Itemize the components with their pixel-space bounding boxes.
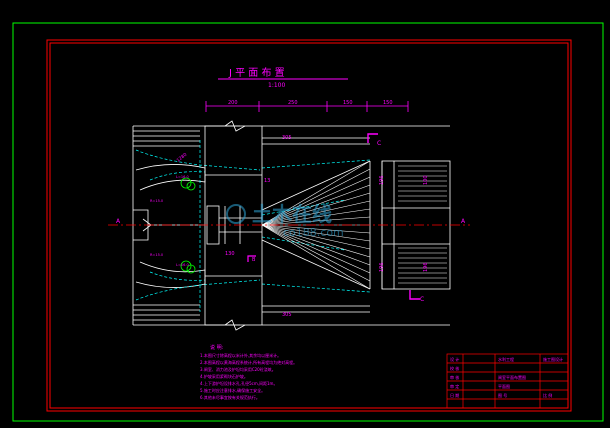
dim-305-bottom: 305 xyxy=(282,312,292,318)
title-block-cell: 审 定 xyxy=(450,383,459,389)
title-block-cell: 闸室平面布置图 xyxy=(498,374,526,380)
section-c-top: C xyxy=(377,140,381,147)
dim-305-top: 305 xyxy=(282,135,292,141)
drawing-title: J 平 面 布 置 xyxy=(228,67,285,79)
dim-top-4: 150 xyxy=(383,100,393,106)
section-a-right: A xyxy=(461,218,466,225)
note-line: 6.其他未尽事宜按有关规范执行。 xyxy=(200,394,260,400)
dim-diag: 1280 xyxy=(176,152,189,164)
title-block-cell: 水利工程 xyxy=(498,356,514,362)
dim-top-2: 250 xyxy=(288,100,298,106)
dim-v4: 196 xyxy=(423,262,429,272)
label-l-bottom: L=16.0 xyxy=(176,263,189,267)
watermark: 土木在线 co188.com xyxy=(226,202,344,239)
title-block-text: 设 计 水利工程 施工图设计校 核审 核 闸室平面布置图审 定 平面图日 期 图 号 比 例 xyxy=(450,356,563,398)
title-block-cell: 比 例 xyxy=(543,392,552,398)
dim-top-3: 150 xyxy=(343,100,353,106)
notes-title: 说 明: xyxy=(210,344,224,351)
title-block-cell: 施工图设计 xyxy=(543,356,563,362)
section-c-bottom: C xyxy=(420,296,424,303)
drawing-scale: 1:100 xyxy=(268,82,285,89)
notes-block: 1.本图尺寸除高程以米计外,其余均以厘米计。2.本图高程以黄海高程系统计,所有高… xyxy=(200,352,297,400)
dim-130: 130 xyxy=(225,251,235,257)
label-l-top: L=16.0 xyxy=(176,175,189,179)
watermark-logo xyxy=(226,204,246,224)
title-block-cell: 平面图 xyxy=(498,383,510,389)
dim-top-1: 200 xyxy=(228,100,238,106)
note-line: 3.闸室、消力池及护坦均采用C20砼浇筑。 xyxy=(200,366,276,372)
watermark-brand: 土木在线 xyxy=(252,202,332,226)
section-b: B xyxy=(252,257,256,263)
title-block xyxy=(446,353,569,409)
title-block-cell: 校 核 xyxy=(450,365,459,371)
watermark-url: co188.com xyxy=(283,226,344,239)
dim-v3: 196 xyxy=(379,262,385,272)
title-block-cell: 日 期 xyxy=(450,392,459,398)
title-block-cell: 图 号 xyxy=(498,392,507,398)
note-line: 4.护坡采用浆砌块石护坡。 xyxy=(200,373,248,379)
note-line: 2.本图高程以黄海高程系统计,所有高程均为绝对高程。 xyxy=(200,359,297,365)
note-line: 4.上下游护坦设排水孔,孔径5cm,间距1m。 xyxy=(200,380,277,386)
dim-13: 13 xyxy=(264,178,270,184)
section-a-left: A xyxy=(116,218,121,225)
cad-drawing-canvas[interactable]: J 平 面 布 置 1:100 200 250 150 150 A A C C … xyxy=(0,0,610,428)
label-r-top: R=15.0 xyxy=(150,199,163,203)
label-r-bottom: R=15.0 xyxy=(150,253,163,257)
tree-symbol-top xyxy=(180,177,196,191)
note-line: 1.本图尺寸除高程以米计外,其余均以厘米计。 xyxy=(200,352,281,358)
title-block-cell: 设 计 xyxy=(450,356,459,362)
note-line: 5.施工时应注意排水,确保施工安全。 xyxy=(200,387,265,393)
title-block-cell: 审 核 xyxy=(450,374,459,380)
dim-v2: 100 xyxy=(423,175,429,185)
section-c-bottom-marker xyxy=(409,290,420,300)
dim-v1: 196 xyxy=(379,175,385,185)
